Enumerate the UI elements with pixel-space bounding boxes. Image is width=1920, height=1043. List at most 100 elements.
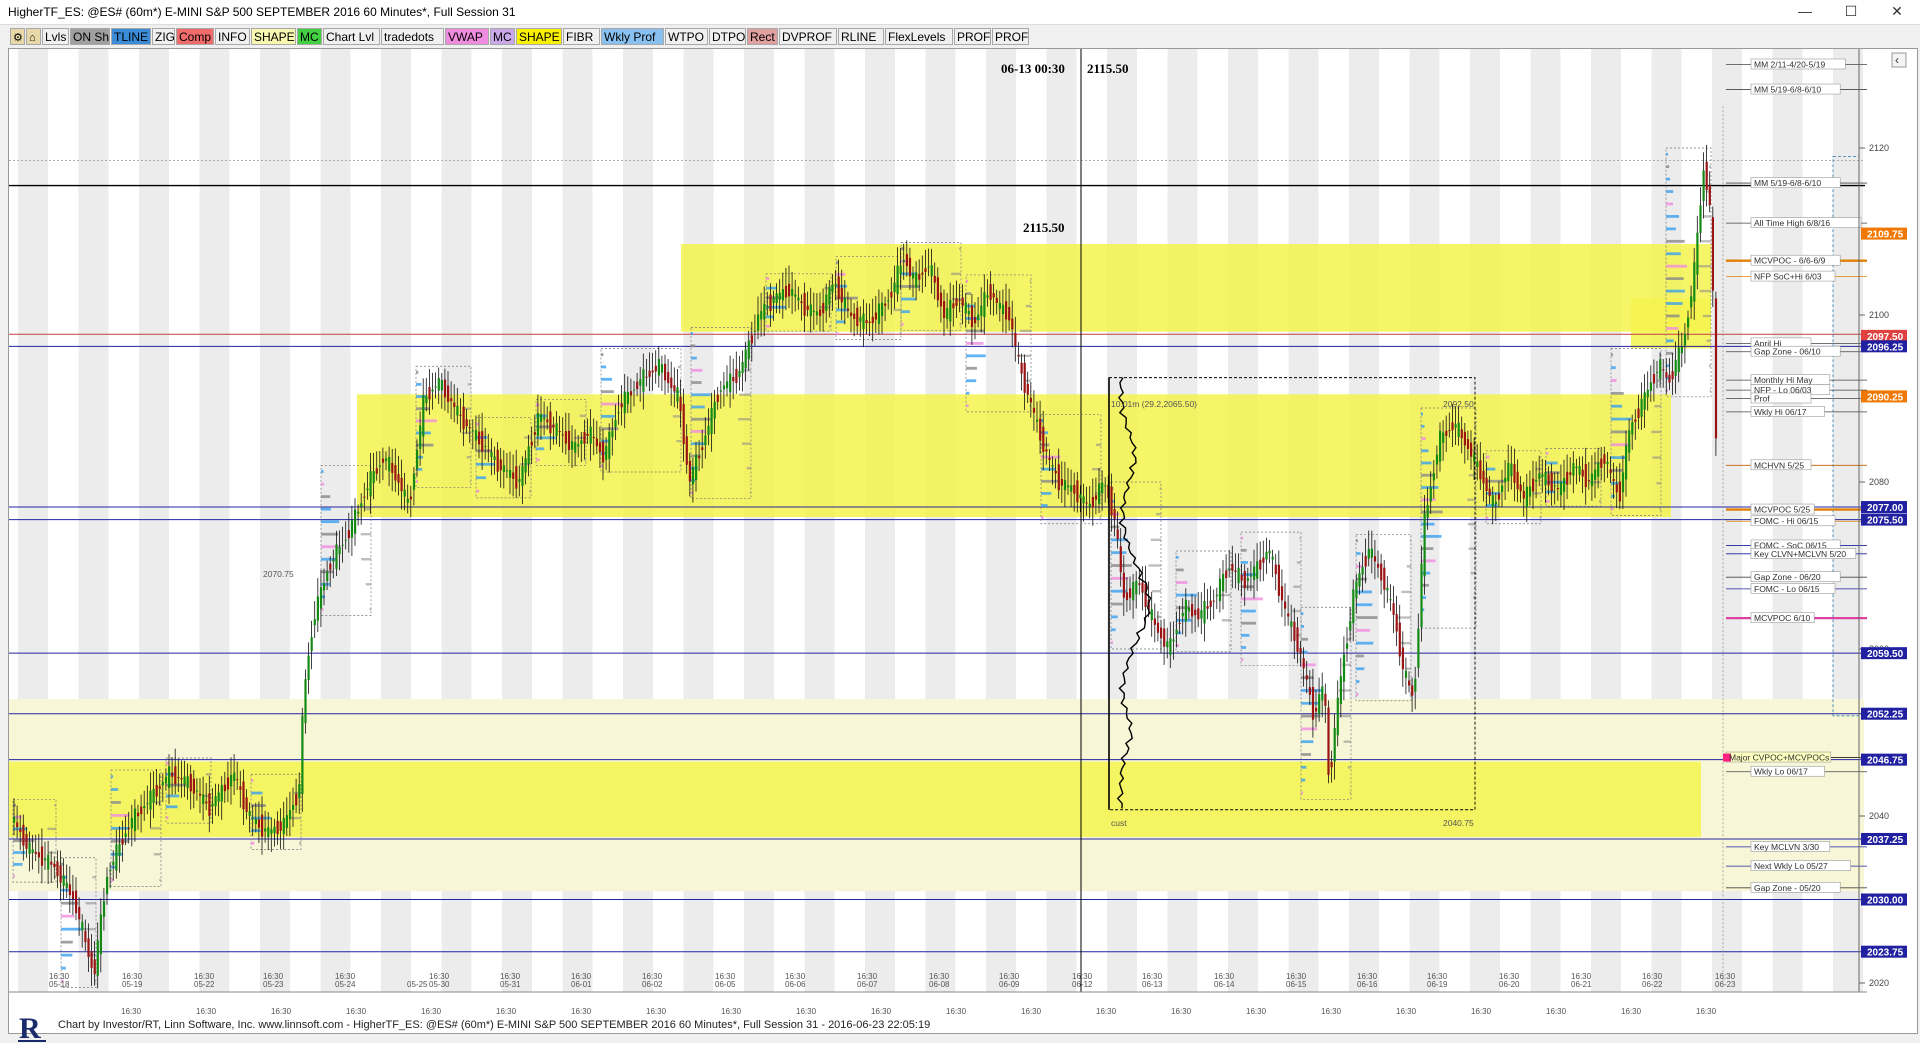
home-button[interactable]: ⌂ bbox=[26, 28, 41, 45]
toolbar-button-mc[interactable]: MC bbox=[297, 28, 322, 45]
volume-profile-bar bbox=[1666, 202, 1674, 206]
toolbar-button-rline[interactable]: RLINE bbox=[838, 28, 884, 45]
chart-area[interactable]: MM 2/11-4/20-5/19 MM 5/19-6/8-6/10 MM 5/19… bbox=[8, 48, 1918, 1034]
candle-body bbox=[1600, 458, 1603, 468]
time-axis-date: 06-05 bbox=[715, 980, 736, 989]
toolbar-button-comp[interactable]: Comp bbox=[176, 28, 214, 45]
toolbar-button-mc[interactable]: MC bbox=[490, 28, 515, 45]
candle-body bbox=[502, 465, 505, 473]
candle-body bbox=[1442, 432, 1445, 443]
toolbar-button-prof[interactable]: PROF bbox=[992, 28, 1029, 45]
toolbar-button-shape[interactable]: SHAPE bbox=[516, 28, 562, 45]
level-label: Monthly Hi May bbox=[1754, 375, 1813, 385]
candle-body bbox=[369, 471, 372, 497]
candle-body bbox=[344, 539, 347, 541]
volume-profile-bar bbox=[1666, 327, 1679, 330]
toolbar-button-vwap[interactable]: VWAP bbox=[445, 28, 489, 45]
candle-body bbox=[744, 349, 747, 369]
toolbar-button-dtpo[interactable]: DTPO bbox=[709, 28, 746, 45]
candle-body bbox=[784, 285, 788, 298]
time-axis-time: 16:30 bbox=[1642, 972, 1663, 981]
volume-profile-bar bbox=[966, 391, 970, 395]
candle-body bbox=[298, 784, 301, 799]
maximize-button[interactable]: ☐ bbox=[1828, 0, 1874, 24]
volume-profile-bar bbox=[13, 862, 23, 866]
volume-profile-bar bbox=[1698, 264, 1711, 268]
volume-profile-bar bbox=[251, 791, 263, 795]
candle-body bbox=[288, 810, 292, 820]
volume-profile-bar bbox=[1421, 559, 1436, 563]
price-chart[interactable]: MM 2/11-4/20-5/19 MM 5/19-6/8-6/10 MM 5/19… bbox=[9, 49, 1918, 1034]
candle-body bbox=[388, 456, 391, 472]
candle-body bbox=[1311, 687, 1315, 720]
volume-profile-bar bbox=[601, 365, 607, 369]
volume-profile-bar bbox=[691, 430, 706, 433]
toolbar-button-info[interactable]: INFO bbox=[215, 28, 250, 45]
candle-body bbox=[1265, 551, 1268, 560]
toolbar-button-fibr[interactable]: FIBR bbox=[563, 28, 600, 45]
candle-body bbox=[1646, 389, 1649, 398]
candle-body bbox=[1132, 582, 1135, 601]
candle-body bbox=[1609, 469, 1612, 473]
candle-body bbox=[1160, 627, 1163, 639]
toolbar-button-dvprof[interactable]: DVPROF bbox=[779, 28, 837, 45]
candle-body bbox=[698, 456, 701, 459]
candle-body bbox=[1191, 604, 1194, 617]
candle-body bbox=[874, 312, 877, 320]
toolbar-button-rect[interactable]: Rect bbox=[747, 28, 778, 45]
volume-profile-bar bbox=[1356, 680, 1360, 683]
candle-body bbox=[800, 301, 803, 304]
toolbar-button-wtpo[interactable]: WTPO bbox=[665, 28, 708, 45]
candle-body bbox=[1253, 566, 1256, 581]
candle-body bbox=[828, 286, 831, 305]
level-label: MM 5/19-6/8-6/10 bbox=[1754, 178, 1821, 188]
candle-body bbox=[794, 294, 797, 297]
time-axis-time: 16:30 bbox=[194, 972, 215, 981]
volume-profile-bar bbox=[691, 356, 697, 360]
candle-body bbox=[1411, 685, 1414, 696]
candle-body bbox=[478, 431, 481, 445]
toolbar-button-flexlevels[interactable]: FlexLevels bbox=[885, 28, 953, 45]
time-axis-time: 16:30 bbox=[571, 972, 592, 981]
level-label: MCVPOC 5/25 bbox=[1754, 505, 1810, 515]
volume-profile-bar bbox=[601, 414, 615, 418]
toolbar-button-on-sh[interactable]: ON Sh bbox=[70, 28, 110, 45]
volume-profile-bar bbox=[1611, 366, 1616, 370]
level-label: MCVPOC - 6/6-6/9 bbox=[1754, 256, 1826, 266]
candle-body bbox=[1516, 471, 1519, 490]
candle-body bbox=[1268, 550, 1271, 554]
volume-profile-bar bbox=[1401, 590, 1411, 594]
toolbar-button-prof[interactable]: PROF bbox=[954, 28, 991, 45]
candle-body bbox=[806, 305, 809, 310]
volume-profile-bar bbox=[321, 507, 331, 511]
toolbar-button-chart-lvl[interactable]: Chart Lvl bbox=[323, 28, 380, 45]
candle-body bbox=[933, 275, 936, 283]
candle-body bbox=[230, 774, 233, 787]
candle-body bbox=[202, 794, 205, 805]
volume-profile-bar bbox=[1666, 314, 1680, 318]
gear-button[interactable]: ⚙ bbox=[10, 28, 25, 45]
candle-body bbox=[347, 529, 350, 539]
toolbar-button-tradedots[interactable]: tradedots bbox=[381, 28, 444, 45]
toolbar-button-shape[interactable]: SHAPE bbox=[251, 28, 296, 45]
candle-body bbox=[1259, 559, 1262, 570]
candle-body bbox=[447, 385, 450, 403]
candle-body bbox=[549, 411, 552, 434]
toolbar-button-tline[interactable]: TLINE bbox=[111, 28, 151, 45]
volume-profile-bar bbox=[1241, 585, 1254, 589]
candle-body bbox=[695, 454, 698, 481]
volume-profile-bar bbox=[1611, 481, 1619, 485]
minimize-button[interactable]: — bbox=[1782, 0, 1828, 24]
candle-body bbox=[1625, 445, 1628, 480]
price-level-box-label: 2030.00 bbox=[1867, 896, 1904, 907]
close-button[interactable]: ✕ bbox=[1874, 0, 1920, 24]
volume-profile-bar bbox=[524, 436, 531, 439]
toolbar-button-lvls[interactable]: Lvls bbox=[42, 28, 69, 45]
title-bar: HigherTF_ES: @ES# (60m*) E-MINI S&P 500 … bbox=[0, 0, 1920, 25]
toolbar-button-wkly-prof[interactable]: Wkly Prof bbox=[601, 28, 664, 45]
volume-profile-bar bbox=[1099, 419, 1101, 422]
volume-profile-bar bbox=[1241, 633, 1250, 637]
time-axis-time: 16:30 bbox=[999, 972, 1020, 981]
toolbar-button-zig[interactable]: ZIG bbox=[152, 28, 175, 45]
volume-profile-bar bbox=[601, 427, 619, 431]
